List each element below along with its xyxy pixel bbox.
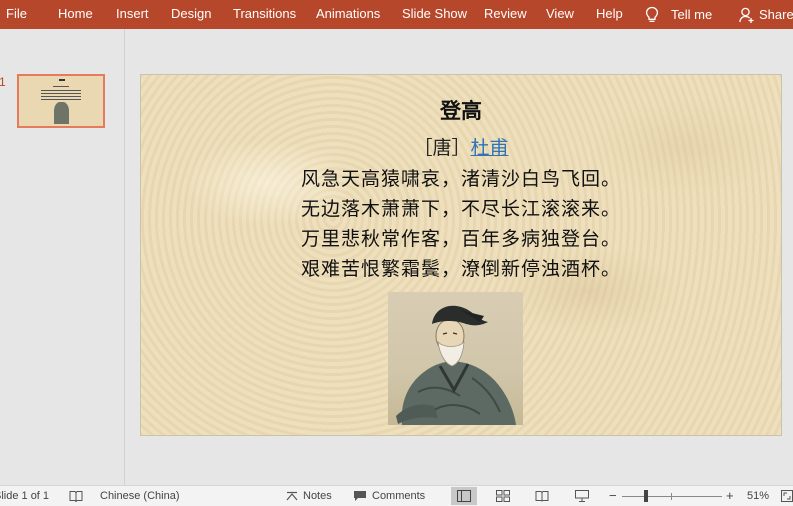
status-bar: Slide 1 of 1 Chinese (China) Notes Comme… [0,485,793,506]
lightbulb-icon [645,6,659,22]
thumbnail-text-mark [41,90,81,91]
reading-view-button[interactable] [529,487,555,505]
tab-file[interactable]: File [6,0,27,29]
zoom-in-button[interactable]: + [726,486,734,506]
slide-counter: Slide 1 of 1 [0,490,50,502]
tab-design[interactable]: Design [171,0,211,29]
tab-view[interactable]: View [546,0,574,29]
notes-icon [286,491,298,501]
normal-view-icon [457,490,471,502]
tell-me-label: Tell me [671,6,713,22]
slide[interactable]: 登高 ［唐］杜甫 风急天高猿啸哀，渚清沙白鸟飞回。 无边落木萧萧下，不尽长江滚滚… [140,74,782,436]
dynasty-label: ［唐］ [413,137,471,159]
notes-button[interactable]: Notes [286,486,332,506]
poem-line[interactable]: 艰难苦恨繁霜鬓，潦倒新停浊酒杯。 [141,254,781,281]
zoom-slider-track[interactable] [622,496,722,497]
slide-sorter-icon [496,490,510,502]
proofing-book-icon [69,491,83,502]
editing-canvas: 登高 ［唐］杜甫 风急天高猿啸哀，渚清沙白鸟飞回。 无边落木萧萧下，不尽长江滚滚… [125,29,793,485]
comment-icon [354,491,366,501]
thumbnail-text-mark [41,99,81,100]
normal-view-button[interactable] [451,487,477,505]
notes-label: Notes [303,490,332,502]
language-indicator[interactable]: Chinese (China) [100,486,179,506]
tab-help[interactable]: Help [596,0,623,29]
share-button[interactable]: Share [739,0,793,29]
slide-thumbnail[interactable] [17,74,105,128]
tab-review[interactable]: Review [484,0,527,29]
poet-figure-icon [396,305,516,425]
author-link[interactable]: 杜甫 [471,137,509,159]
fit-slide-button[interactable] [781,486,793,506]
comments-button[interactable]: Comments [353,486,425,506]
thumbnail-portrait-mark [54,102,69,124]
zoom-level[interactable]: 51% [747,486,769,506]
zoom-slider-midpoint [671,493,672,500]
reading-view-icon [535,491,549,502]
spell-check-button[interactable] [69,486,88,506]
thumbnail-text-mark [41,96,81,97]
slide-thumbnail-pane: 1 [0,29,125,485]
thumbnail-slide-number: 1 [0,75,6,89]
thumbnail-text-mark [41,93,81,94]
poem-title[interactable]: 登高 [141,95,781,125]
zoom-out-button[interactable]: − [609,486,617,506]
tab-slide-show[interactable]: Slide Show [402,0,467,29]
fit-to-window-icon [781,490,793,502]
tab-transitions[interactable]: Transitions [233,0,296,29]
poem-line[interactable]: 万里悲秋常作客，百年多病独登台。 [141,224,781,251]
tab-insert[interactable]: Insert [116,0,149,29]
tab-home[interactable]: Home [58,0,93,29]
poem-line[interactable]: 无边落木萧萧下，不尽长江滚滚来。 [141,194,781,221]
poem-line[interactable]: 风急天高猿啸哀，渚清沙白鸟飞回。 [141,164,781,191]
thumbnail-title-mark [59,79,65,81]
tab-animations[interactable]: Animations [316,0,380,29]
poem-byline[interactable]: ［唐］杜甫 [141,133,781,160]
tell-me-search[interactable]: Tell me [645,0,712,29]
slide-sorter-view-button[interactable] [490,487,516,505]
person-icon [739,7,754,23]
poet-portrait-image[interactable] [388,292,523,425]
zoom-slider-thumb[interactable] [644,490,648,502]
slide-show-view-button[interactable] [569,487,595,505]
thumbnail-text-mark [53,86,69,87]
slide-show-icon [575,490,589,502]
share-label: Share [759,6,793,22]
ribbon-tab-bar: File Home Insert Design Transitions Anim… [0,0,793,29]
comments-label: Comments [372,490,426,502]
